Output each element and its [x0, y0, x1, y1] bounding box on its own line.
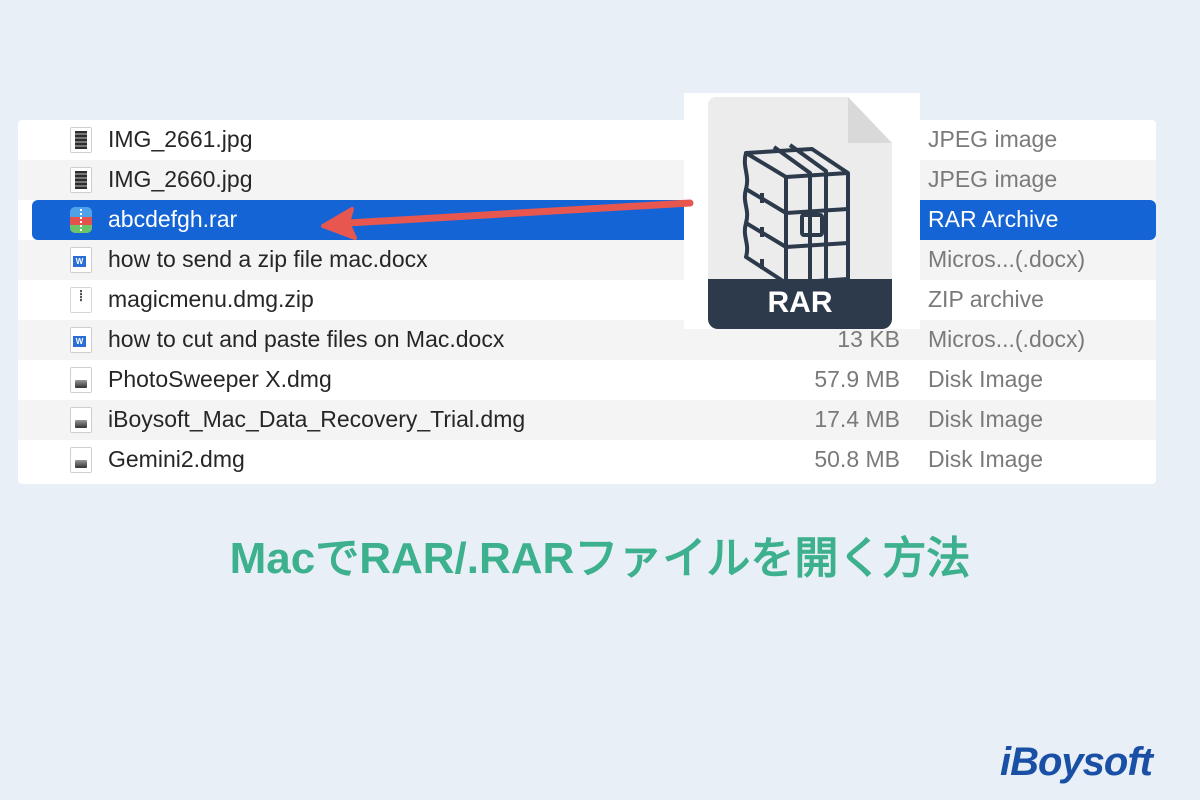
zip-file-icon	[70, 287, 92, 313]
file-row-iboysoft-dmg[interactable]: iBoysoft_Mac_Data_Recovery_Trial.dmg 17.…	[18, 400, 1156, 440]
word-document-icon	[70, 247, 92, 273]
file-row-send-zip-docx[interactable]: how to send a zip file mac.docx Micros..…	[18, 240, 1156, 280]
file-name: IMG_2660.jpg	[108, 166, 253, 192]
file-row-img-2661[interactable]: IMG_2661.jpg JPEG image	[18, 120, 1156, 160]
image-file-icon	[70, 127, 92, 153]
file-kind: Disk Image	[928, 406, 1044, 432]
file-name: abcdefgh.rar	[108, 206, 238, 232]
file-size: 13 KB	[837, 326, 900, 352]
file-kind: Disk Image	[928, 366, 1044, 392]
file-name: how to send a zip file mac.docx	[108, 246, 428, 272]
file-name: magicmenu.dmg.zip	[108, 286, 314, 312]
file-kind: Micros...(.docx)	[928, 326, 1086, 352]
iboysoft-logo: iBoysoft	[1000, 740, 1153, 784]
page-headline: MacでRAR/.RARファイルを開く方法	[229, 534, 971, 583]
file-size: 57.9 MB	[814, 366, 900, 392]
finder-file-list: IMG_2661.jpg JPEG image IMG_2660.jpg JPE…	[18, 120, 1156, 484]
disk-image-icon	[70, 447, 92, 473]
rar-label: RAR	[767, 286, 833, 319]
file-kind: Micros...(.docx)	[928, 246, 1086, 272]
file-row-magicmenu-zip[interactable]: magicmenu.dmg.zip ZIP archive	[18, 280, 1156, 320]
file-kind: JPEG image	[928, 166, 1058, 192]
file-row-img-2660[interactable]: IMG_2660.jpg JPEG image	[18, 160, 1156, 200]
file-kind: ZIP archive	[928, 286, 1044, 312]
file-row-gemini2-dmg[interactable]: Gemini2.dmg 50.8 MB Disk Image	[18, 440, 1156, 480]
disk-image-icon	[70, 367, 92, 393]
file-name: PhotoSweeper X.dmg	[108, 366, 332, 392]
rar-archive-icon	[70, 207, 92, 233]
file-kind: JPEG image	[928, 126, 1058, 152]
file-name: how to cut and paste files on Mac.docx	[108, 326, 505, 352]
file-size: 50.8 MB	[814, 446, 900, 472]
file-row-cut-paste-docx[interactable]: how to cut and paste files on Mac.docx 1…	[18, 320, 1156, 360]
image-file-icon	[70, 167, 92, 193]
word-document-icon	[70, 327, 92, 353]
file-name: Gemini2.dmg	[108, 446, 245, 472]
file-row-photosweeper-dmg[interactable]: PhotoSweeper X.dmg 57.9 MB Disk Image	[18, 360, 1156, 400]
file-kind: RAR Archive	[928, 206, 1059, 232]
rar-file-type-illustration: RAR	[684, 93, 920, 329]
file-name: iBoysoft_Mac_Data_Recovery_Trial.dmg	[108, 406, 526, 432]
file-kind: Disk Image	[928, 446, 1044, 472]
file-size: 17.4 MB	[814, 406, 900, 432]
disk-image-icon	[70, 407, 92, 433]
file-name: IMG_2661.jpg	[108, 126, 253, 152]
file-row-abcdefgh-rar-selected[interactable]: abcdefgh.rar RAR Archive	[32, 200, 1156, 240]
